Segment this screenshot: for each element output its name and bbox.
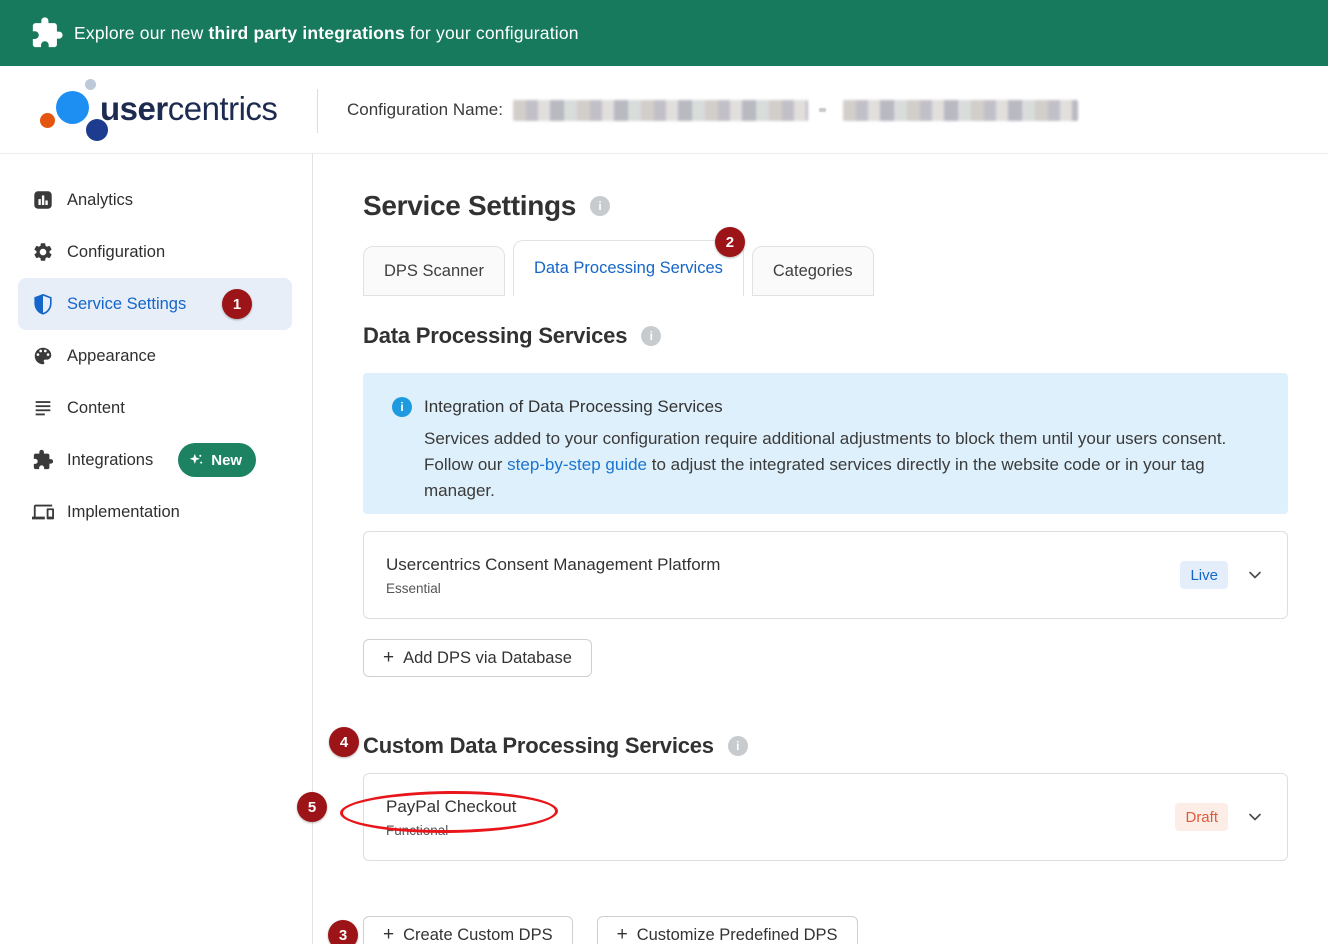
custom-dps-buttons-row: 3 +Create Custom DPS +Customize Predefin… [363, 916, 1288, 944]
status-badge-live: Live [1180, 561, 1228, 589]
puzzle-icon [30, 16, 64, 50]
sidebar-item-implementation[interactable]: Implementation [0, 486, 312, 538]
text-lines-icon [32, 397, 54, 419]
chevron-down-icon[interactable] [1247, 567, 1263, 583]
page-title: Service Settings [363, 190, 576, 222]
devices-icon [32, 501, 54, 523]
sidebar-item-integrations[interactable]: Integrations New [0, 434, 312, 486]
customize-predefined-dps-button[interactable]: +Customize Predefined DPS [597, 916, 858, 944]
plus-icon: + [383, 924, 394, 944]
custom-section-heading-row: 4 Custom Data Processing Services [363, 730, 1288, 762]
annotation-badge-2: 2 [715, 227, 745, 257]
tab-bar: DPS Scanner Data Processing Services 2 C… [363, 240, 1288, 296]
usercentrics-logo[interactable]: usercentrics [0, 66, 280, 154]
tab-categories[interactable]: Categories [752, 246, 874, 296]
dps-card-category: Functional [386, 823, 1175, 838]
dps-card-title: Usercentrics Consent Management Platform [386, 555, 1180, 575]
sidebar-item-analytics[interactable]: Analytics [0, 174, 312, 226]
new-badge: New [178, 443, 256, 477]
plus-icon: + [617, 924, 628, 944]
gear-icon [32, 241, 54, 263]
sidebar-item-label: Service Settings [67, 295, 186, 314]
custom-section-heading: Custom Data Processing Services [363, 733, 714, 759]
configuration-name-label: Configuration Name: [347, 100, 503, 120]
app-root: Explore our new third party integrations… [0, 0, 1328, 944]
data-controller-redacted [843, 100, 1078, 121]
logo-dot-orange [40, 113, 55, 128]
dps-card-info: Usercentrics Consent Management Platform… [386, 555, 1180, 596]
dps-card-usercentrics-cmp[interactable]: Usercentrics Consent Management Platform… [363, 531, 1288, 619]
sparkles-icon [188, 452, 205, 469]
puzzle-icon [32, 449, 54, 471]
info-icon[interactable] [641, 326, 661, 346]
logo-text: usercentrics [100, 90, 277, 128]
add-dps-row: +Add DPS via Database [363, 639, 1288, 677]
header: usercentrics Configuration Name: [0, 66, 1328, 154]
dps-section-heading-row: Data Processing Services [363, 320, 1288, 352]
sidebar-item-content[interactable]: Content [0, 382, 312, 434]
annotation-badge-3: 3 [328, 920, 358, 944]
logo-dot-blue [56, 91, 89, 124]
configuration-name-separator [819, 108, 826, 112]
configuration-name-row: Configuration Name: [347, 66, 1078, 154]
plus-icon: + [383, 647, 394, 669]
dps-card-title: PayPal Checkout [386, 797, 1175, 817]
info-box-body: Services added to your configuration req… [424, 426, 1258, 504]
configuration-name-redacted [513, 100, 808, 121]
sidebar-item-service-settings[interactable]: Service Settings 1 [18, 278, 292, 330]
info-blue-icon [392, 397, 412, 417]
info-box-title: Integration of Data Processing Services [424, 397, 723, 417]
sidebar: Analytics Configuration Service Settings [0, 154, 313, 944]
dps-card-info: PayPal Checkout Functional [386, 797, 1175, 838]
logo-dot-gray [85, 79, 96, 90]
annotation-badge-4: 4 [329, 727, 359, 757]
shield-icon [32, 293, 54, 315]
integration-info-box: Integration of Data Processing Services … [363, 373, 1288, 514]
add-dps-via-database-button[interactable]: +Add DPS via Database [363, 639, 592, 677]
info-icon[interactable] [728, 736, 748, 756]
step-by-step-guide-link[interactable]: step-by-step guide [507, 455, 647, 474]
page-title-row: Service Settings [363, 186, 1288, 226]
tab-data-processing-services[interactable]: Data Processing Services 2 [513, 240, 744, 296]
dps-card-category: Essential [386, 581, 1180, 596]
new-badge-label: New [211, 452, 242, 469]
sidebar-item-label: Integrations [67, 451, 153, 470]
sidebar-item-label: Implementation [67, 503, 180, 522]
info-icon[interactable] [590, 196, 610, 216]
banner-highlight: third party integrations [209, 23, 405, 43]
palette-icon [32, 345, 54, 367]
header-divider [317, 89, 318, 133]
sidebar-item-configuration[interactable]: Configuration [0, 226, 312, 278]
dps-card-paypal-checkout[interactable]: 5 PayPal Checkout Functional Draft [363, 773, 1288, 861]
dps-section-heading: Data Processing Services [363, 323, 627, 349]
annotation-badge-1: 1 [222, 289, 252, 319]
sidebar-item-label: Appearance [67, 347, 156, 366]
create-custom-dps-button[interactable]: +Create Custom DPS [363, 916, 573, 944]
analytics-icon [32, 189, 54, 211]
sidebar-item-label: Content [67, 399, 125, 418]
chevron-down-icon[interactable] [1247, 809, 1263, 825]
annotation-badge-5: 5 [297, 792, 327, 822]
promo-banner[interactable]: Explore our new third party integrations… [0, 0, 1328, 66]
sidebar-item-label: Configuration [67, 243, 165, 262]
sidebar-item-appearance[interactable]: Appearance [0, 330, 312, 382]
status-badge-draft: Draft [1175, 803, 1228, 831]
banner-text: Explore our new third party integrations… [74, 23, 579, 44]
main-content: Service Settings DPS Scanner Data Proces… [313, 154, 1328, 944]
sidebar-item-label: Analytics [67, 191, 133, 210]
tab-dps-scanner[interactable]: DPS Scanner [363, 246, 505, 296]
